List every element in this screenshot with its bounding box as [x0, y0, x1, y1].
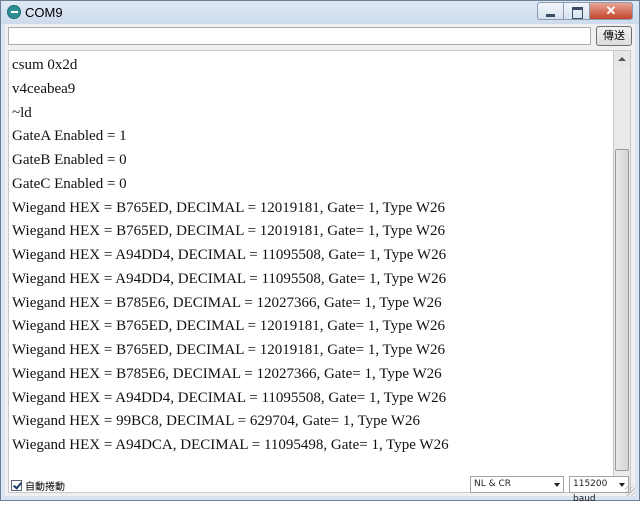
output-line: v4ceabea9	[12, 80, 76, 97]
output-line: csum 0x2d	[12, 57, 78, 73]
close-button[interactable]: ✕	[589, 2, 633, 20]
output-line: Wiegand HEX = B765ED, DECIMAL = 12019181…	[12, 318, 445, 335]
send-input[interactable]	[8, 27, 591, 45]
output-line: ~ld	[12, 104, 32, 121]
vertical-scrollbar[interactable]	[613, 50, 631, 493]
output-line: Wiegand HEX = B765ED, DECIMAL = 12019181…	[12, 223, 445, 240]
output-line: Wiegand HEX = B785E6, DECIMAL = 12027366…	[12, 365, 442, 382]
baud-rate-select[interactable]: 115200 baud	[569, 476, 629, 504]
window-title: COM9	[25, 5, 63, 20]
output-line: Wiegand HEX = A94DCA, DECIMAL = 11095498…	[12, 437, 449, 453]
baud-rate-value: 115200 baud	[573, 479, 608, 504]
arduino-icon	[7, 5, 21, 19]
autoscroll-label: 自動捲動	[25, 482, 65, 493]
output-line: Wiegand HEX = A94DD4, DECIMAL = 11095508…	[12, 389, 447, 406]
serial-monitor-body: 傳送 csum 0x2d v4ceabea9 ~ld GateA Enabled = …	[5, 24, 635, 504]
scroll-thumb[interactable]	[615, 149, 629, 471]
output-line: Wiegand HEX = A94DD4, DECIMAL = 11095508…	[12, 247, 447, 263]
output-line: GateB Enabled = 0	[12, 152, 127, 168]
output-line: Wiegand HEX = 99BC8, DECIMAL = 629704, G…	[12, 413, 420, 430]
output-line: GateA Enabled = 1	[12, 128, 127, 145]
minimize-button[interactable]	[537, 2, 563, 20]
output-line: Wiegand HEX = B765ED, DECIMAL = 12019181…	[12, 199, 445, 216]
serial-monitor-window: COM9 ✕ 傳送 csum 0x2d v4ceabea9 ~ld GateA Ena…	[0, 0, 640, 504]
status-bar: 自動捲動 NL & CR 115200 baud	[5, 473, 635, 504]
chevron-down-icon	[554, 483, 560, 487]
line-ending-select[interactable]: NL & CR	[470, 476, 564, 493]
resize-grip-icon[interactable]	[625, 486, 635, 496]
autoscroll-toggle[interactable]: 自動捲動	[11, 478, 65, 493]
window-controls: ✕	[537, 2, 633, 20]
serial-output[interactable]: csum 0x2d v4ceabea9 ~ld GateA Enabled = 1 Ga…	[8, 50, 613, 493]
send-button[interactable]: 傳送	[596, 26, 632, 46]
scroll-up-icon[interactable]	[614, 51, 630, 67]
output-line: GateC Enabled = 0	[12, 175, 127, 192]
output-line: Wiegand HEX = A94DD4, DECIMAL = 11095508…	[12, 270, 447, 287]
line-ending-value: NL & CR	[474, 479, 512, 489]
output-line: Wiegand HEX = B765ED, DECIMAL = 12019181…	[12, 342, 445, 358]
maximize-button[interactable]	[563, 2, 589, 20]
output-line: Wiegand HEX = B785E6, DECIMAL = 12027366…	[12, 294, 442, 311]
title-bar[interactable]: COM9 ✕	[1, 1, 639, 24]
autoscroll-checkbox[interactable]	[11, 480, 22, 491]
